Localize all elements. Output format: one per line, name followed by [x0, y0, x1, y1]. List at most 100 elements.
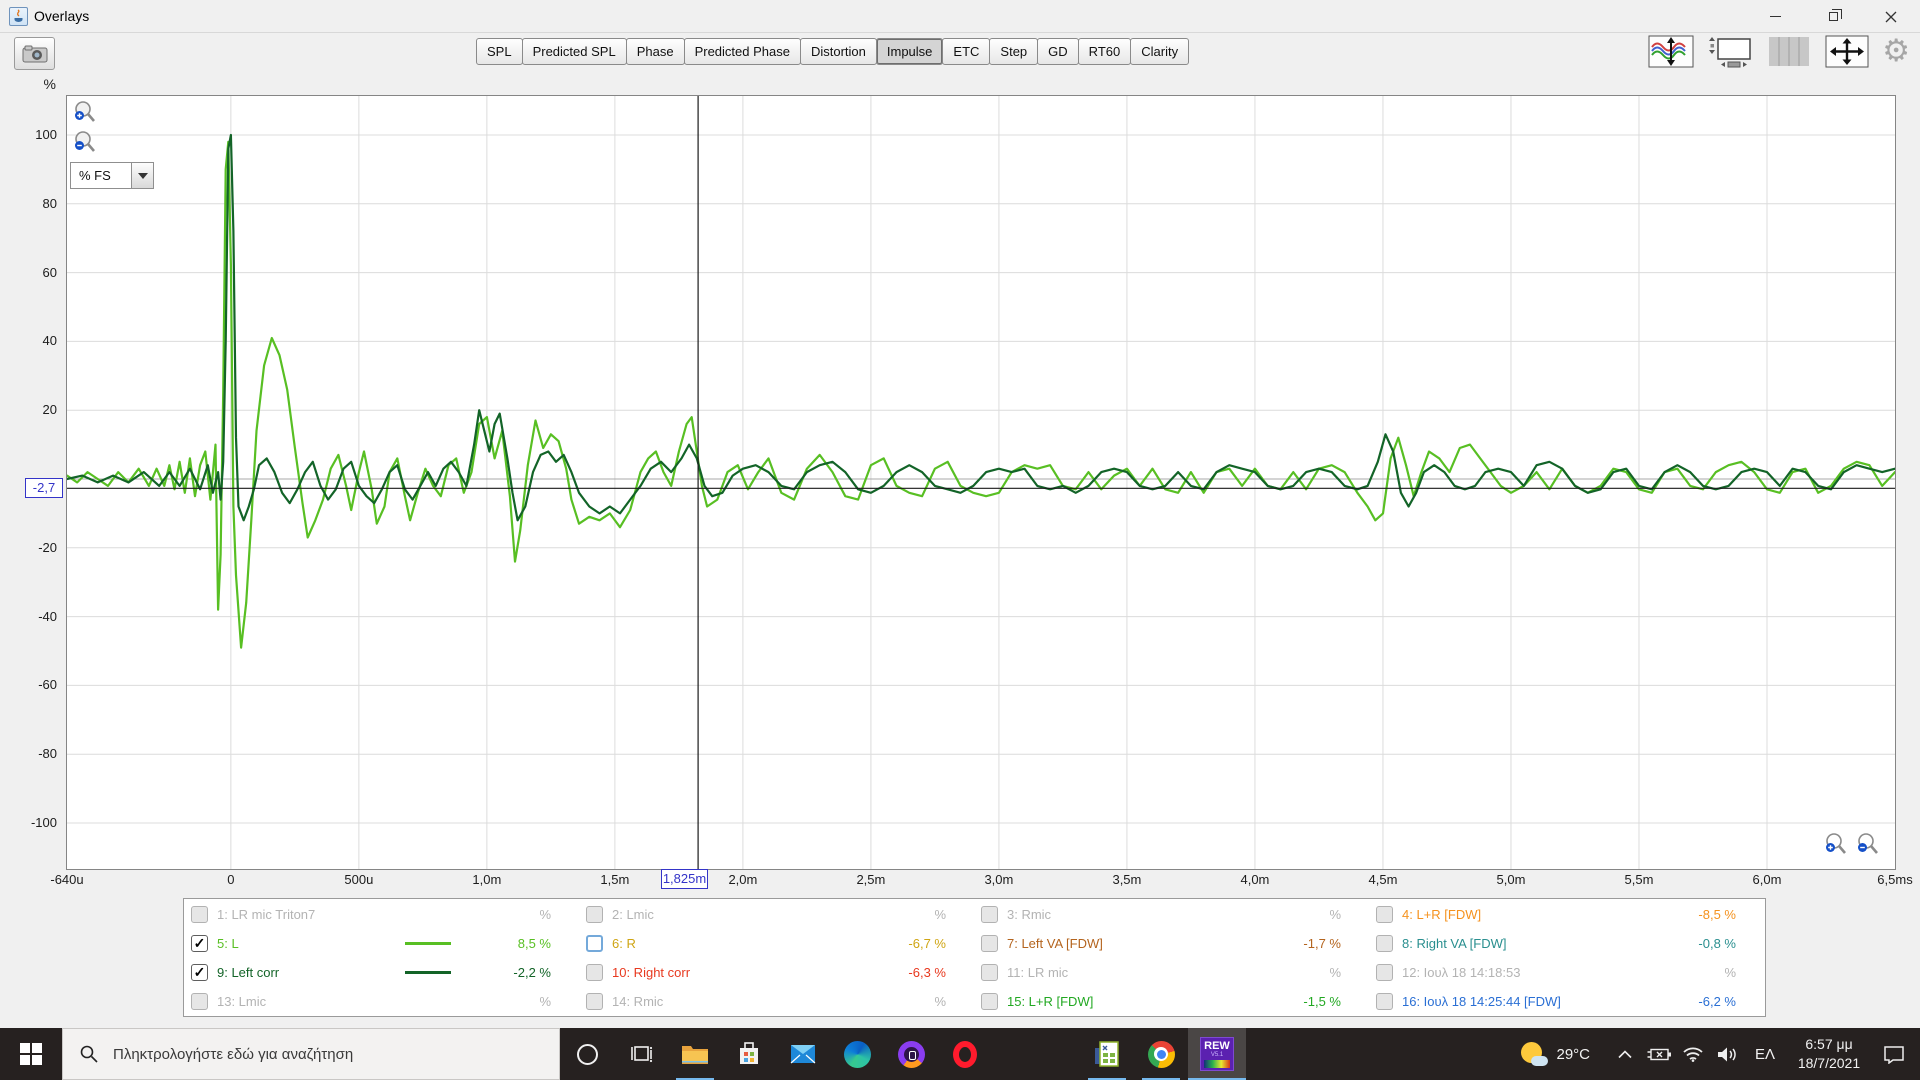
legend-checkbox[interactable]: [981, 964, 998, 981]
tab-clarity[interactable]: Clarity: [1130, 38, 1190, 65]
legend-item-14[interactable]: 14: Rmic%: [579, 987, 974, 1016]
legend-item-1[interactable]: 1: LR mic Triton7%: [184, 900, 579, 929]
legend-item-5[interactable]: ✓ 5: L 8,5 %: [184, 929, 579, 958]
legend-checkbox[interactable]: ✓: [191, 935, 208, 952]
legend-checkbox[interactable]: [981, 906, 998, 923]
dropdown-arrow-icon[interactable]: [132, 162, 154, 189]
legend-item-11[interactable]: 11: LR mic%: [974, 958, 1369, 987]
legend-item-12[interactable]: 12: Ιουλ 18 14:18:53%: [1369, 958, 1760, 987]
tab-phase[interactable]: Phase: [625, 38, 685, 65]
chrome-icon: [1147, 1040, 1175, 1068]
tray-expand-button[interactable]: [1608, 1049, 1642, 1059]
search-input[interactable]: [113, 1045, 533, 1063]
rew-app-button[interactable]: REW V5.1: [1188, 1028, 1246, 1080]
y-tick-label: 60: [42, 264, 57, 280]
legend-item-15[interactable]: 15: L+R [FDW] -1,5 %: [974, 987, 1369, 1016]
y-zoom-in-button[interactable]: [73, 100, 97, 124]
traces-scale-icon[interactable]: [1648, 35, 1694, 68]
y-tick-label: -80: [38, 746, 57, 762]
language-indicator[interactable]: ΕΛ: [1744, 1046, 1786, 1063]
y-tick-label: 100: [35, 127, 57, 142]
network-status[interactable]: [1676, 1046, 1710, 1062]
legend-checkbox[interactable]: [981, 993, 998, 1010]
y-unit-selector-value: % FS: [70, 162, 132, 189]
legend-checkbox[interactable]: [981, 935, 998, 952]
tab-rt60[interactable]: RT60: [1077, 38, 1132, 65]
legend-checkbox[interactable]: [1376, 906, 1393, 923]
legend-label: 3: Rmic: [1007, 907, 1052, 922]
avast-browser-button[interactable]: [884, 1028, 938, 1080]
libreoffice-calc-button[interactable]: [1080, 1028, 1134, 1080]
tab-gd[interactable]: GD: [1037, 38, 1079, 65]
restore-icon: [1828, 9, 1842, 21]
legend-label: 5: L: [217, 936, 239, 951]
edge-button[interactable]: [830, 1028, 884, 1080]
legend-item-2[interactable]: 2: Lmic%: [579, 900, 974, 929]
legend-checkbox[interactable]: [586, 935, 603, 952]
tab-distortion[interactable]: Distortion: [799, 38, 877, 65]
legend-checkbox[interactable]: [586, 906, 603, 923]
file-explorer-button[interactable]: [668, 1028, 722, 1080]
pan-icon[interactable]: [1825, 35, 1869, 68]
legend-item-9[interactable]: ✓ 9: Left corr -2,2 %: [184, 958, 579, 987]
rew-app-icon: REW V5.1: [1200, 1037, 1234, 1071]
task-view-icon: [631, 1046, 653, 1063]
y-tick-label: -100: [30, 815, 57, 830]
tab-spl[interactable]: SPL: [476, 38, 523, 65]
restore-button[interactable]: [1804, 0, 1862, 33]
legend-checkbox[interactable]: [586, 964, 603, 981]
x-zoom-in-button[interactable]: [1824, 832, 1848, 856]
legend-checkbox[interactable]: [191, 993, 208, 1010]
temperature-label: 29°C: [1556, 1045, 1590, 1063]
tab-predicted-phase[interactable]: Predicted Phase: [683, 38, 801, 65]
legend-item-7[interactable]: 7: Left VA [FDW] -1,7 %: [974, 929, 1369, 958]
weather-widget[interactable]: 29°C: [1521, 1041, 1590, 1068]
impulse-plot[interactable]: [66, 95, 1896, 870]
legend-checkbox[interactable]: [1376, 964, 1393, 981]
tab-predicted-spl[interactable]: Predicted SPL: [521, 38, 627, 65]
action-center-button[interactable]: [1872, 1045, 1916, 1064]
legend-label: 9: Left corr: [217, 965, 280, 980]
legend-checkbox[interactable]: [586, 993, 603, 1010]
opera-button[interactable]: [938, 1028, 992, 1080]
graph-layout-icon[interactable]: [1707, 35, 1753, 68]
settings-gear-icon[interactable]: ⚙: [1882, 36, 1910, 67]
legend-checkbox[interactable]: [1376, 993, 1393, 1010]
minimize-button[interactable]: [1746, 0, 1804, 33]
chrome-button[interactable]: [1134, 1028, 1188, 1080]
plot-canvas[interactable]: [67, 96, 1895, 869]
legend-checkbox[interactable]: [1376, 935, 1393, 952]
legend-item-4[interactable]: 4: L+R [FDW] -8,5 %: [1369, 900, 1760, 929]
minimize-icon: [1769, 16, 1781, 17]
legend-item-8[interactable]: 8: Right VA [FDW] -0,8 %: [1369, 929, 1760, 958]
legend-item-6[interactable]: 6: R -6,7 %: [579, 929, 974, 958]
legend-item-16[interactable]: 16: Ιουλ 18 14:25:44 [FDW] -6,2 %: [1369, 987, 1760, 1016]
task-view-button[interactable]: [614, 1028, 668, 1080]
y-tick-label: -60: [38, 677, 57, 693]
y-unit-selector[interactable]: % FS: [70, 162, 154, 189]
taskbar-search[interactable]: [62, 1028, 560, 1080]
legend-item-3[interactable]: 3: Rmic%: [974, 900, 1369, 929]
cortana-button[interactable]: [560, 1028, 614, 1080]
y-zoom-out-button[interactable]: [73, 130, 97, 154]
battery-status[interactable]: [1642, 1047, 1676, 1062]
tab-impulse[interactable]: Impulse: [875, 38, 944, 65]
microsoft-store-button[interactable]: [722, 1028, 776, 1080]
legend-value: %: [1724, 965, 1736, 980]
mail-button[interactable]: [776, 1028, 830, 1080]
x-zoom-out-button[interactable]: [1856, 832, 1880, 856]
tab-etc[interactable]: ETC: [942, 38, 991, 65]
legend-item-13[interactable]: 13: Lmic%: [184, 987, 579, 1016]
close-button[interactable]: [1862, 0, 1920, 33]
start-button[interactable]: [0, 1028, 62, 1080]
y-tick-label: 20: [42, 402, 57, 418]
capture-graph-button[interactable]: [14, 37, 55, 70]
volume-status[interactable]: [1710, 1046, 1744, 1063]
legend-item-10[interactable]: 10: Right corr -6,3 %: [579, 958, 974, 987]
legend-value: 8,5 %: [517, 936, 551, 951]
x-tick-label: 5,5m: [1624, 872, 1654, 887]
legend-checkbox[interactable]: ✓: [191, 964, 208, 981]
clock[interactable]: 6:57 μμ 18/7/2021: [1786, 1035, 1872, 1073]
tab-step[interactable]: Step: [989, 38, 1039, 65]
legend-checkbox[interactable]: [191, 906, 208, 923]
